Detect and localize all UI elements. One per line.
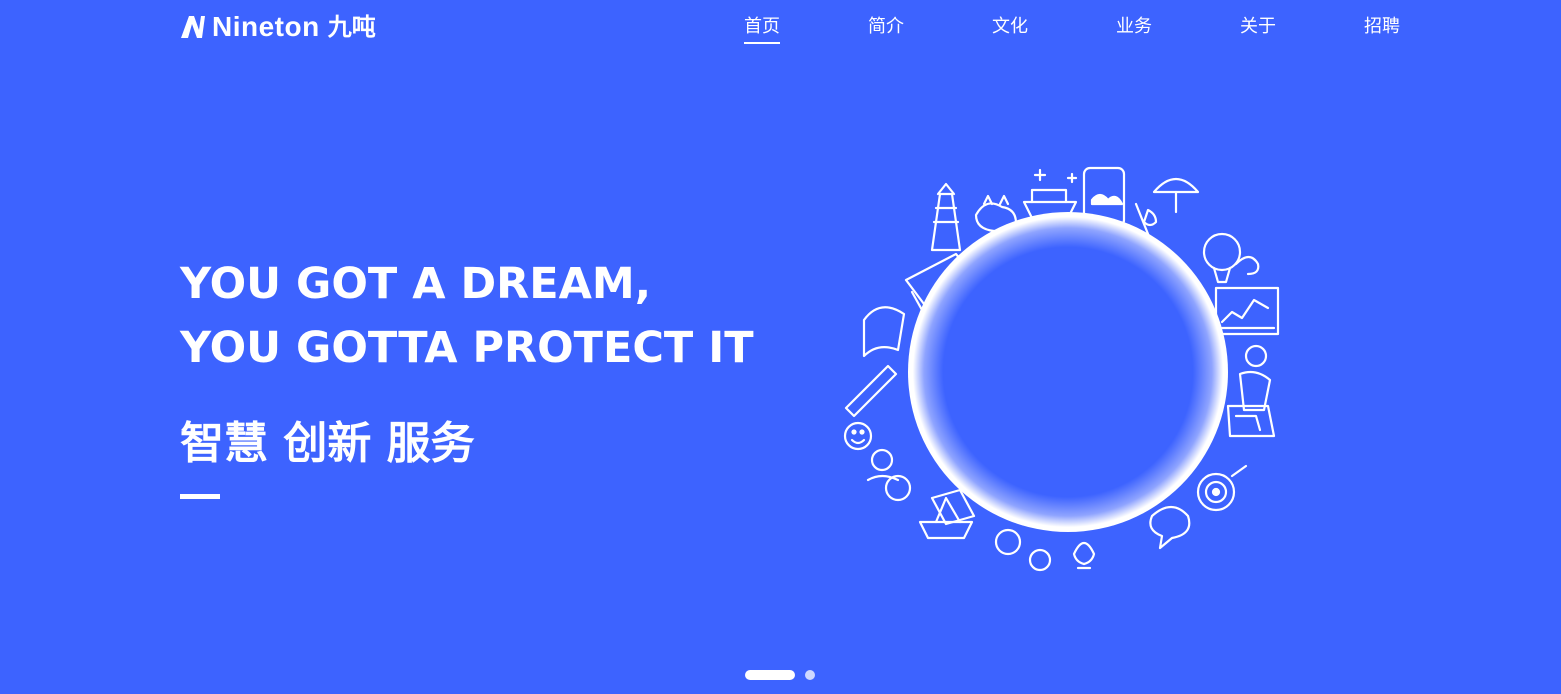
logo-text-cn: 九吨 [327, 13, 376, 41]
nav-item-business[interactable]: 业务 [1072, 14, 1196, 44]
carousel-pagination [745, 670, 815, 680]
slogan-underline [180, 494, 220, 499]
logo-text: Nineton [212, 11, 320, 42]
carousel-dot[interactable] [805, 670, 815, 680]
site-logo[interactable]: Nineton 九吨 [180, 10, 376, 44]
logo-n-icon [181, 16, 205, 38]
nav-item-label: 简介 [868, 16, 904, 37]
hero-text: YOU GOT A DREAM, YOU GOTTA PROTECT IT 智慧… [180, 252, 754, 499]
nav-item-label: 关于 [1240, 16, 1276, 37]
hero-page: Nineton 九吨 首页 简介 文化 业务 关于 招聘 YOU GOT A D… [0, 0, 1561, 694]
nav-item-label: 业务 [1116, 16, 1152, 37]
hero-slogan: 智慧 创新 服务 [180, 418, 475, 469]
hero-headline-line1: YOU GOT A DREAM, [180, 259, 652, 309]
nav-item-label: 文化 [992, 16, 1028, 37]
nav-item-home[interactable]: 首页 [700, 14, 824, 44]
doodle-globe-illustration [843, 166, 1280, 572]
nav-item-label: 招聘 [1364, 16, 1400, 37]
nav-item-label: 首页 [744, 14, 780, 44]
main-nav: 首页 简介 文化 业务 关于 招聘 [700, 14, 1444, 44]
nav-item-about[interactable]: 关于 [1196, 14, 1320, 44]
nav-item-culture[interactable]: 文化 [948, 14, 1072, 44]
nav-item-jobs[interactable]: 招聘 [1320, 14, 1444, 44]
hero-headline-line2: YOU GOTTA PROTECT IT [180, 323, 754, 373]
nav-item-intro[interactable]: 简介 [824, 14, 948, 44]
carousel-dot-active[interactable] [745, 670, 795, 680]
